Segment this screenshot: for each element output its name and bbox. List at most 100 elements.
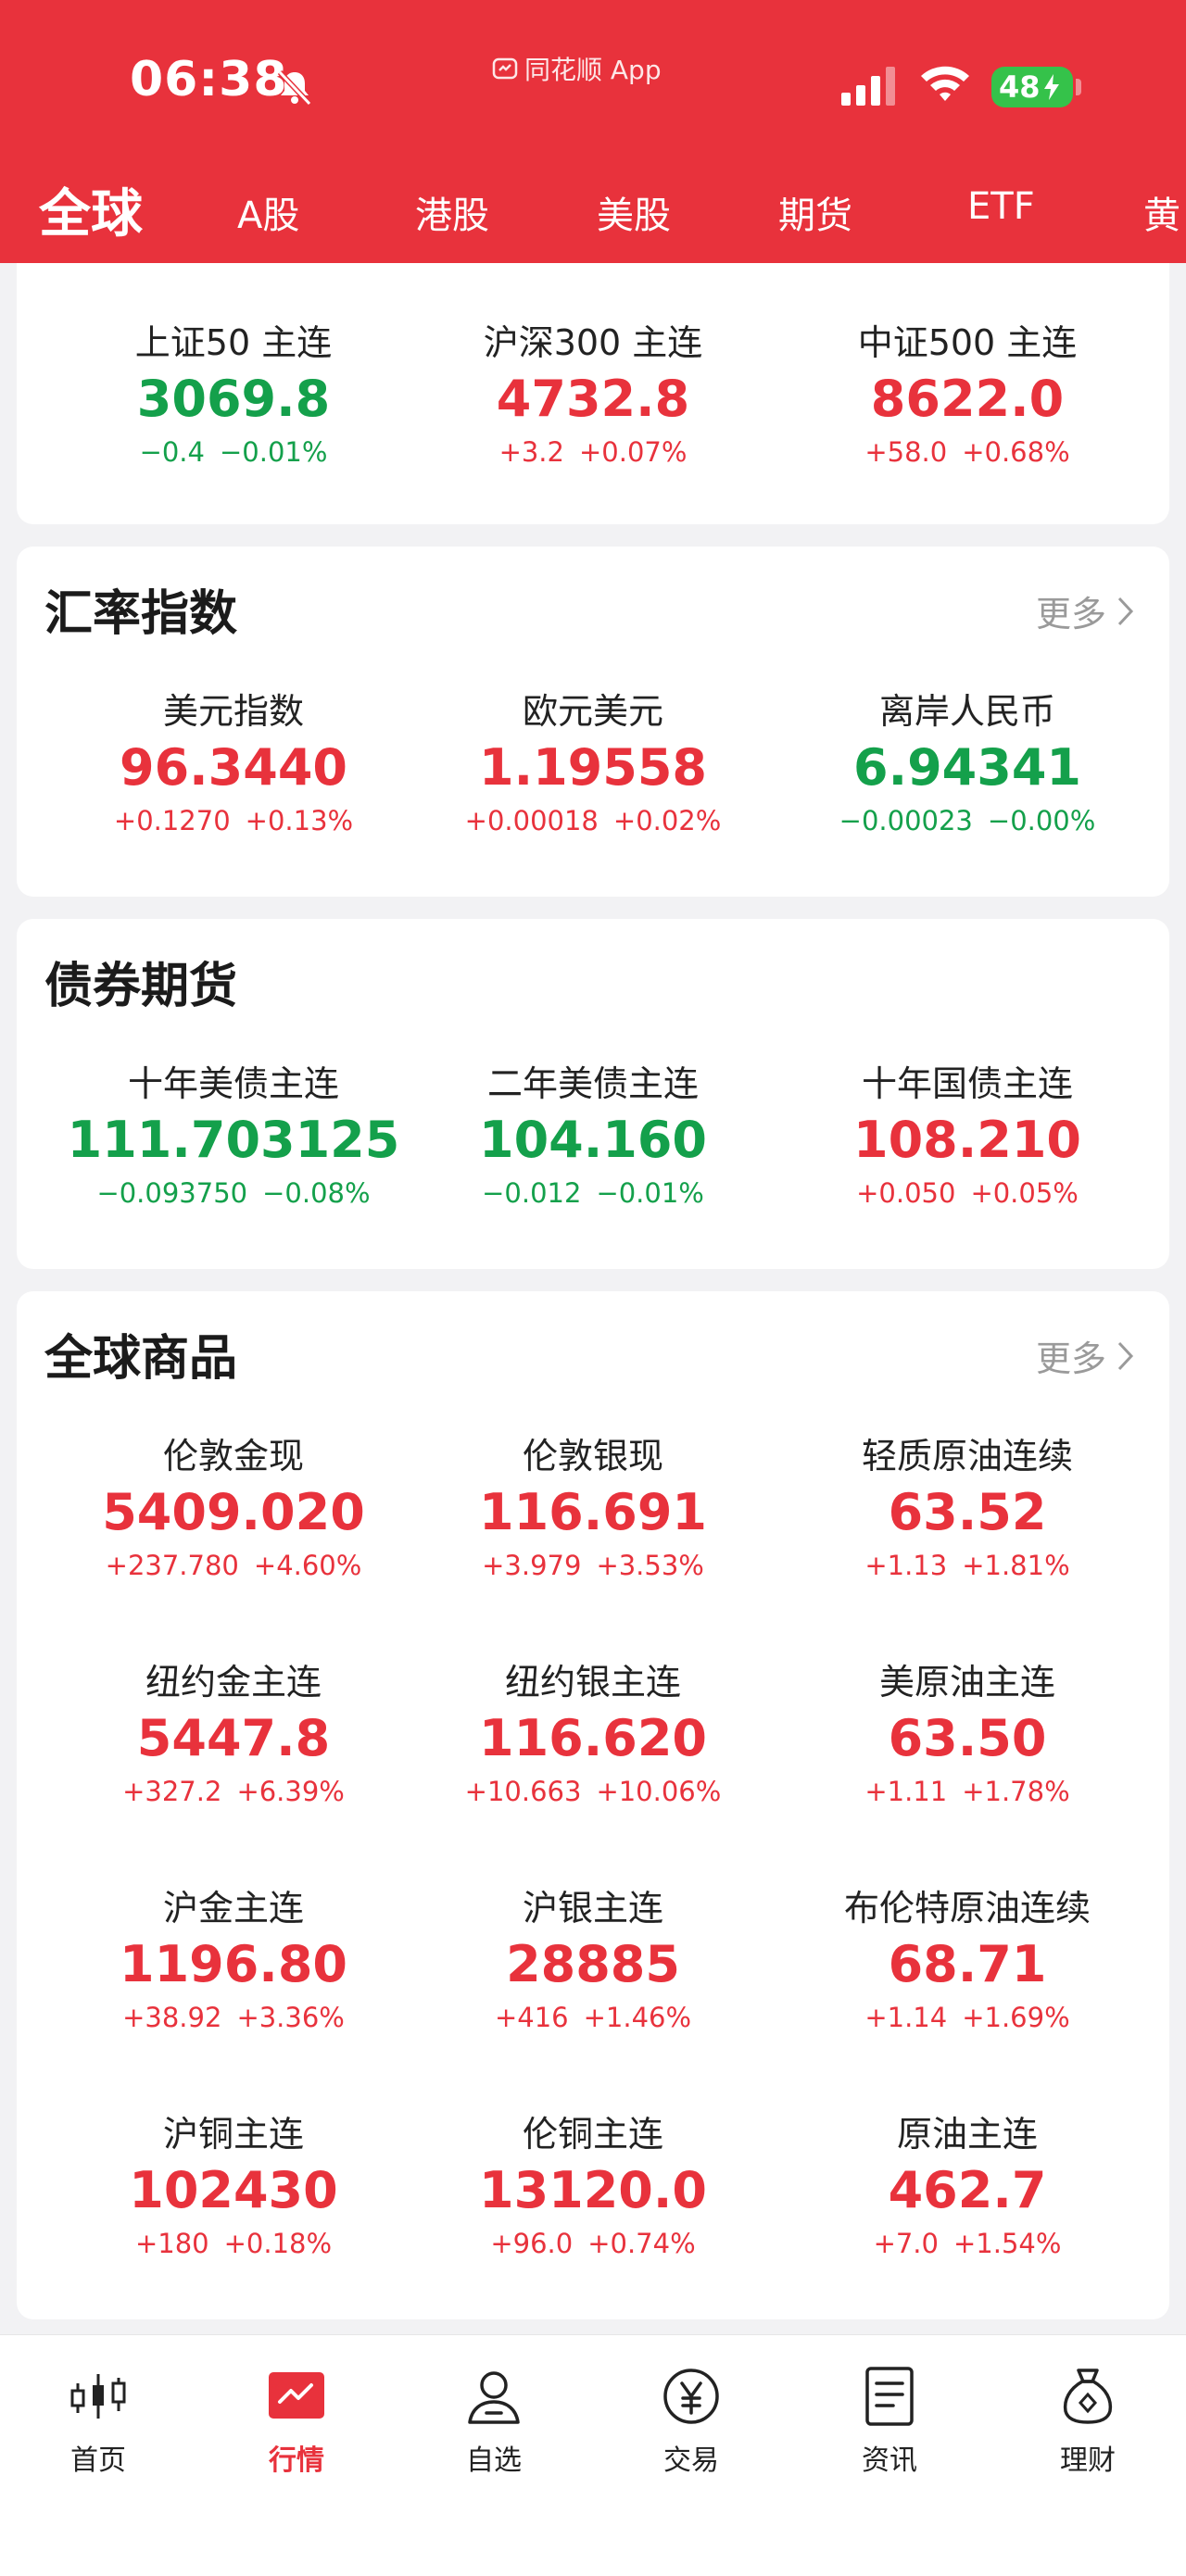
quote-item[interactable]: 伦敦银现 116.691 +3.979 +3.53% (408, 1432, 778, 1586)
app-header: 06:38 同花顺 App 48 全球 A股 港股 美股 期货 ETF 黄 (0, 0, 1186, 263)
nav-label: 行情 (269, 2444, 324, 2477)
tab-etf[interactable]: ETF (967, 185, 1035, 228)
quote-item[interactable]: 二年美债主连 104.160 −0.012 −0.01% (408, 1060, 778, 1213)
quote-price: 462.7 (888, 2161, 1047, 2219)
quote-price: 5447.8 (136, 1709, 331, 1767)
quote-name: 伦铜主连 (522, 2114, 663, 2155)
quote-item[interactable]: 沪深300 主连 4732.8 +3.2 +0.07% (408, 319, 778, 472)
back-to-app-link[interactable]: 同花顺 App (491, 50, 662, 87)
chevron-right-icon (1117, 1341, 1134, 1370)
nav-home[interactable]: 首页 (24, 2363, 172, 2478)
section-title: 汇率指数 (44, 586, 238, 642)
quote-price: 1.19558 (479, 738, 707, 797)
quote-name: 轻质原油连续 (861, 1436, 1073, 1476)
quote-price: 6.94341 (853, 738, 1081, 797)
quote-name: 纽约银主连 (504, 1662, 681, 1703)
quote-price: 8622.0 (870, 370, 1065, 428)
quote-item[interactable]: 离岸人民币 6.94341 −0.00023 −0.00% (782, 687, 1153, 841)
wifi-icon (921, 66, 969, 101)
bond-futures-card: 债券期货 十年美债主连 111.703125 −0.093750 −0.08% 二… (17, 919, 1169, 1269)
quote-change: +0.00018 +0.02% (464, 805, 722, 836)
quote-change: +416 +1.46% (494, 2002, 692, 2033)
quote-change: −0.4 −0.01% (139, 436, 328, 468)
quote-price: 63.52 (888, 1483, 1047, 1541)
quote-change: −0.00023 −0.00% (839, 805, 1096, 836)
quote-name: 伦敦银现 (522, 1436, 663, 1476)
section-title: 债券期货 (44, 959, 238, 1014)
quote-item[interactable]: 十年国债主连 108.210 +0.050 +0.05% (782, 1060, 1153, 1213)
money-bag-icon (1063, 2369, 1113, 2424)
nav-watchlist[interactable]: 自选 (420, 2363, 568, 2478)
nav-label: 首页 (70, 2444, 126, 2477)
quote-name: 伦敦金现 (162, 1436, 304, 1476)
clock: 06:38 (130, 52, 288, 107)
quote-item[interactable]: 沪银主连 28885 +416 +1.46% (408, 1884, 778, 2038)
tab-a-shares[interactable]: A股 (237, 185, 299, 239)
tab-hk-stocks[interactable]: 港股 (415, 185, 489, 239)
quote-name: 沪深300 主连 (483, 322, 703, 363)
quote-item[interactable]: 布伦特原油连续 68.71 +1.14 +1.69% (782, 1884, 1153, 2038)
quote-item[interactable]: 上证50 主连 3069.8 −0.4 −0.01% (48, 319, 419, 472)
quote-item[interactable]: 中证500 主连 8622.0 +58.0 +0.68% (782, 319, 1153, 472)
quote-item[interactable]: 美原油主连 63.50 +1.11 +1.78% (782, 1658, 1153, 1812)
quote-price: 116.620 (479, 1709, 707, 1767)
quote-change: +1.11 +1.78% (864, 1776, 1070, 1807)
market-chart-icon (269, 2372, 324, 2419)
quote-name: 布伦特原油连续 (843, 1888, 1091, 1929)
market-tabs: 全球 A股 港股 美股 期货 ETF 黄 (0, 167, 1186, 263)
quote-price: 96.3440 (120, 738, 347, 797)
tab-futures[interactable]: 期货 (778, 185, 852, 239)
quote-name: 美元指数 (162, 691, 304, 732)
quote-change: +96.0 +0.74% (490, 2228, 696, 2259)
fx-index-card: 汇率指数 更多 美元指数 96.3440 +0.1270 +0.13% 欧元美元 … (17, 547, 1169, 897)
quote-item[interactable]: 纽约金主连 5447.8 +327.2 +6.39% (48, 1658, 419, 1812)
app-logo-icon (492, 57, 518, 80)
quote-item[interactable]: 十年美债主连 111.703125 −0.093750 −0.08% (48, 1060, 419, 1213)
quote-item[interactable]: 欧元美元 1.19558 +0.00018 +0.02% (408, 687, 778, 841)
quote-name: 欧元美元 (522, 691, 663, 732)
commodities-more-link[interactable]: 更多 (1036, 1330, 1136, 1381)
quote-change: +180 +0.18% (134, 2228, 333, 2259)
battery-indicator: 48 (991, 67, 1073, 107)
quote-item[interactable]: 原油主连 462.7 +7.0 +1.54% (782, 2110, 1153, 2264)
tab-global[interactable]: 全球 (39, 172, 143, 247)
nav-news[interactable]: 资讯 (815, 2363, 964, 2478)
nav-label: 交易 (663, 2444, 719, 2477)
quote-price: 4732.8 (496, 370, 690, 428)
quote-name: 美原油主连 (878, 1662, 1055, 1703)
quote-change: −0.012 −0.01% (482, 1177, 704, 1209)
quote-item[interactable]: 伦敦金现 5409.020 +237.780 +4.60% (48, 1432, 419, 1586)
quote-item[interactable]: 沪金主连 1196.80 +38.92 +3.36% (48, 1884, 419, 2038)
quote-price: 104.160 (479, 1111, 707, 1169)
quote-name: 十年美债主连 (127, 1063, 339, 1104)
nav-trade[interactable]: 交易 (617, 2363, 765, 2478)
quote-item[interactable]: 美元指数 96.3440 +0.1270 +0.13% (48, 687, 419, 841)
quote-change: +7.0 +1.54% (873, 2228, 1062, 2259)
quote-item[interactable]: 轻质原油连续 63.52 +1.13 +1.81% (782, 1432, 1153, 1586)
person-icon (468, 2371, 520, 2424)
quote-change: +3.979 +3.53% (482, 1550, 704, 1581)
quote-change: +38.92 +3.36% (122, 2002, 345, 2033)
quote-item[interactable]: 伦铜主连 13120.0 +96.0 +0.74% (408, 2110, 778, 2264)
quote-change: +1.13 +1.81% (864, 1550, 1070, 1581)
quote-change: +237.780 +4.60% (105, 1550, 362, 1581)
quote-item[interactable]: 沪铜主连 102430 +180 +0.18% (48, 2110, 419, 2264)
fx-more-link[interactable]: 更多 (1036, 585, 1136, 636)
yuan-coin-icon (663, 2369, 719, 2424)
quote-name: 十年国债主连 (861, 1063, 1073, 1104)
quote-item[interactable]: 纽约银主连 116.620 +10.663 +10.06% (408, 1658, 778, 1812)
tab-us-stocks[interactable]: 美股 (597, 185, 671, 239)
nav-label: 自选 (466, 2444, 522, 2477)
battery-cap (1076, 79, 1081, 95)
app-name: 同花顺 App (524, 55, 662, 85)
quote-price: 68.71 (888, 1935, 1047, 1993)
nav-wealth[interactable]: 理财 (1014, 2363, 1162, 2478)
quote-price: 102430 (129, 2161, 338, 2219)
bottom-navigation: 首页 行情 自选 交易 资讯 理财 (0, 2334, 1186, 2576)
tab-gold[interactable]: 黄 (1143, 185, 1180, 239)
nav-label: 资讯 (862, 2444, 917, 2477)
nav-market[interactable]: 行情 (222, 2363, 371, 2478)
quote-change: +0.050 +0.05% (856, 1177, 1079, 1209)
quote-change: +3.2 +0.07% (498, 436, 688, 468)
quote-price: 116.691 (479, 1483, 707, 1541)
